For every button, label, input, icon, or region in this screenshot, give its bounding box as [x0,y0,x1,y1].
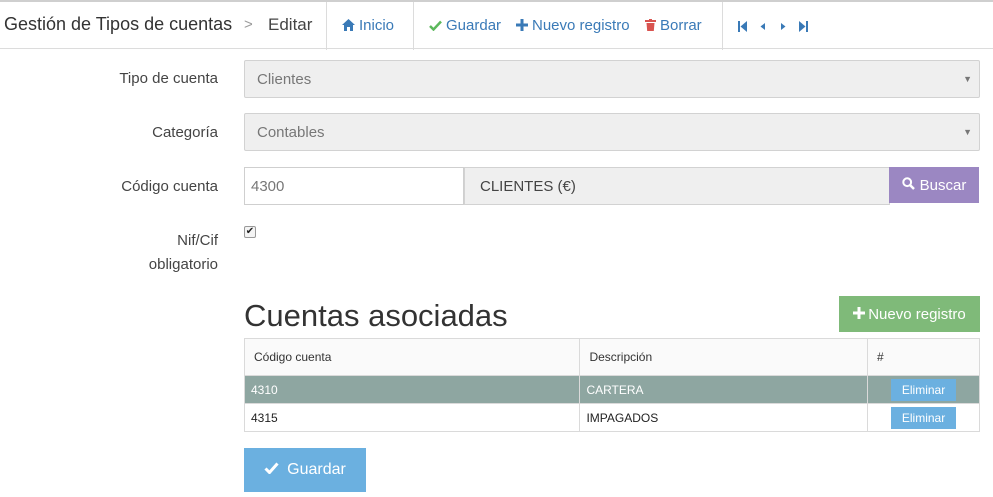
account-description-value: CLIENTES (€) [480,177,576,195]
save-button-label: Guardar [287,461,346,478]
save-button[interactable]: Guardar [244,448,366,492]
cell-code: 4310 [243,375,581,404]
page-title: Gestión de Tipos de cuentas [4,14,233,34]
column-header-code[interactable]: Código cuenta [243,338,581,376]
table-row[interactable]: 4315 IMPAGADOS Eliminar [243,403,980,432]
section-title: Cuentas asociadas [244,298,508,333]
search-button-label: Buscar [919,176,967,194]
delete-label: Borrar [660,17,702,34]
column-header-description[interactable]: Descripción [579,338,869,376]
account-type-select[interactable]: Clientes ▼ [244,60,980,98]
category-label: Categoría [152,124,218,141]
category-value: Contables [257,123,325,141]
chevron-down-icon: ▼ [963,74,972,84]
save-label: Guardar [446,17,502,34]
associated-accounts-table: Código cuenta Descripción # 4310 CARTERA… [243,338,980,432]
new-record-button-top[interactable]: Nuevo registro [516,17,630,34]
check-icon [264,461,279,479]
cell-code: 4315 [243,403,581,432]
first-record-icon[interactable] [737,20,749,33]
last-record-icon[interactable] [797,20,809,33]
breadcrumb-separator: > [244,16,253,33]
table-header-row: Código cuenta Descripción # [243,338,980,376]
check-icon [429,19,442,33]
nif-required-checkbox[interactable]: ✔ [244,226,256,238]
toolbar-divider [413,2,414,50]
breadcrumb-current: Editar [268,15,313,34]
plus-icon [853,306,866,323]
account-code-input[interactable]: 4300 [244,167,464,205]
cell-actions: Eliminar [867,375,980,404]
search-icon [901,176,915,194]
checkmark-icon: ✔ [245,226,255,237]
cell-actions: Eliminar [867,403,980,432]
cell-description: CARTERA [579,375,869,404]
delete-button-top[interactable]: Borrar [645,17,702,34]
next-record-icon[interactable] [777,20,789,33]
cell-description: IMPAGADOS [579,403,869,432]
nif-label-line1: Nif/Cif [177,232,218,249]
category-select[interactable]: Contables ▼ [244,113,980,151]
delete-row-button[interactable]: Eliminar [891,378,957,401]
new-record-label: Nuevo registro [532,17,630,34]
save-button-top[interactable]: Guardar [429,17,501,34]
table-row[interactable]: 4310 CARTERA Eliminar [243,375,980,404]
column-header-actions: # [867,338,980,376]
previous-record-icon[interactable] [757,20,769,33]
home-icon [342,18,355,33]
delete-row-button[interactable]: Eliminar [891,406,957,429]
account-type-value: Clientes [257,70,312,88]
chevron-down-icon: ▼ [963,127,972,137]
search-button[interactable]: Buscar [889,167,979,203]
add-account-button[interactable]: Nuevo registro [839,296,980,332]
toolbar: Gestión de Tipos de cuentas > Editar Ini… [0,0,993,50]
add-account-label: Nuevo registro [868,305,966,323]
toolbar-divider [722,2,723,50]
account-type-label: Tipo de cuenta [119,70,218,87]
account-code-label: Código cuenta [121,178,218,195]
account-code-description: CLIENTES (€) [464,167,890,205]
home-button[interactable]: Inicio [342,17,394,34]
record-navigation [737,20,809,33]
account-code-value: 4300 [251,177,285,195]
toolbar-divider [326,2,327,50]
nif-label-line2: obligatorio [148,256,218,273]
trash-icon [645,18,656,33]
home-label: Inicio [359,17,395,34]
plus-icon [516,18,528,33]
